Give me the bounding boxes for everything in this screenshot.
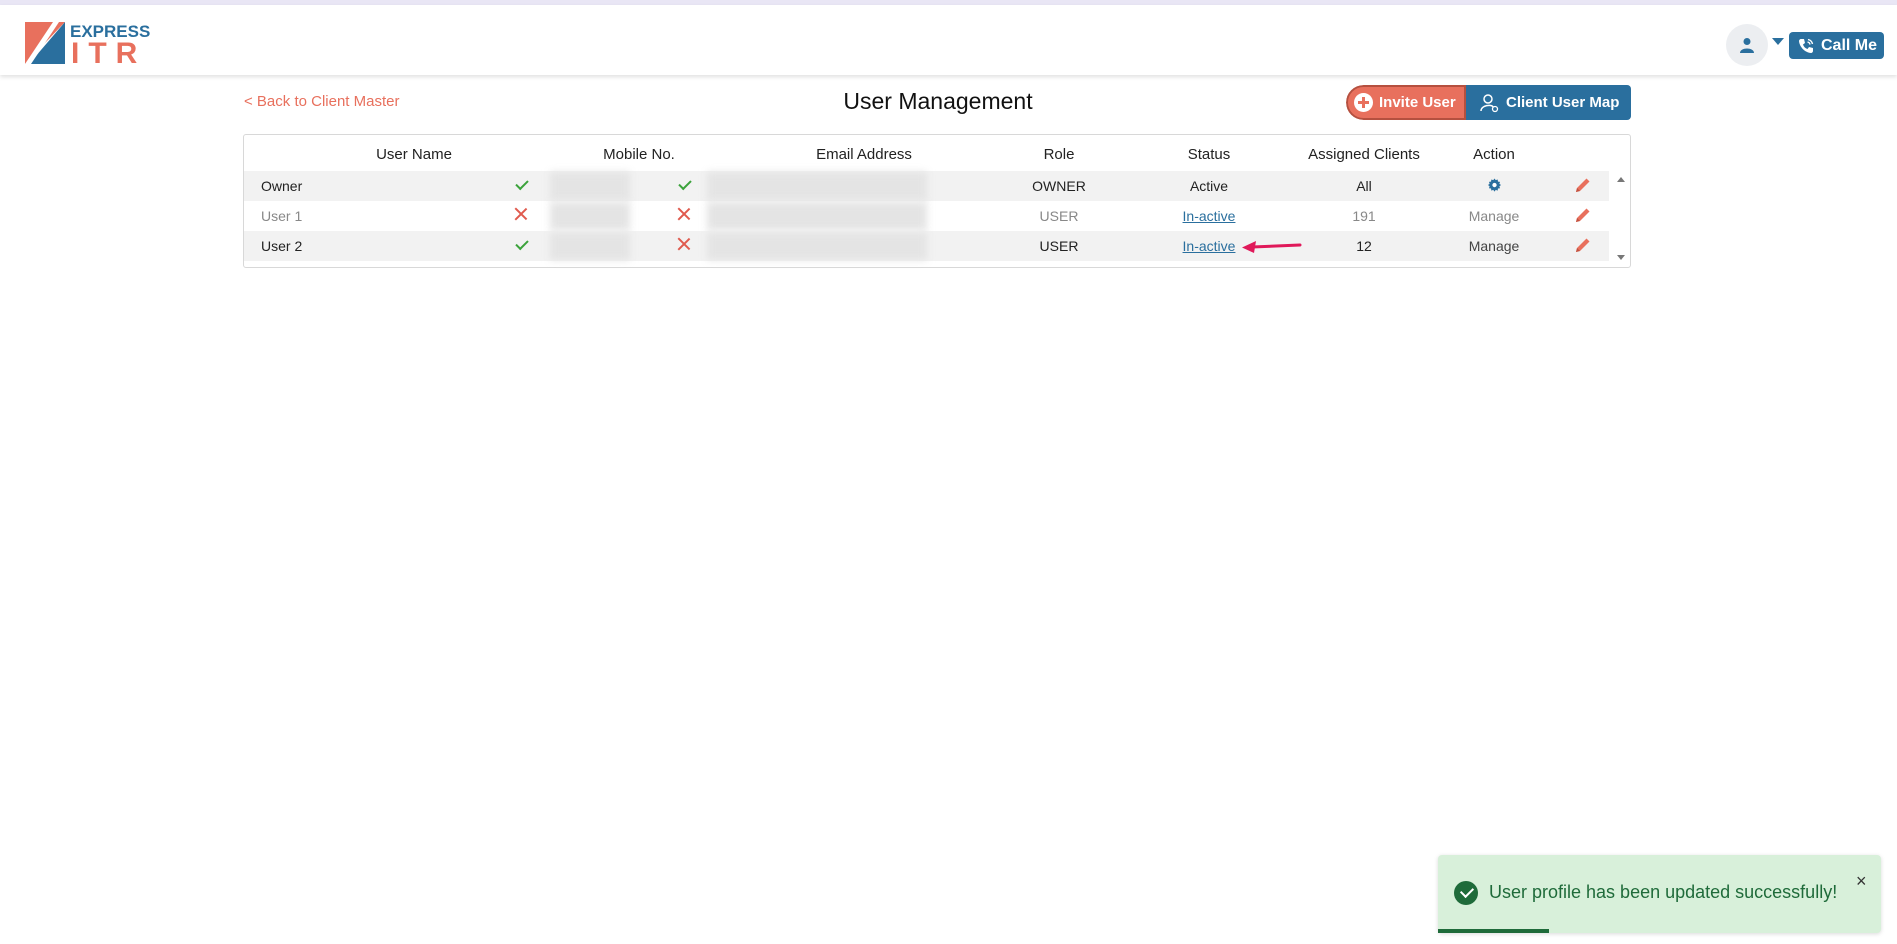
- call-me-button[interactable]: Call Me: [1789, 32, 1884, 59]
- mobile-number-redacted: [550, 202, 630, 230]
- table-scrollbar[interactable]: [1613, 171, 1629, 265]
- user-status: Active: [1189, 178, 1229, 194]
- user-avatar-button[interactable]: [1726, 24, 1768, 66]
- column-header-user-name: User Name: [376, 146, 452, 163]
- mobile-verified-check-icon: [515, 176, 529, 191]
- status-inactive-link[interactable]: In-active: [1183, 238, 1236, 254]
- table-header: User Name Mobile No. Email Address Role …: [244, 135, 1630, 171]
- logo-mark-icon: [25, 22, 65, 64]
- mobile-verified-check-icon: [515, 236, 529, 251]
- gear-icon[interactable]: [1487, 178, 1502, 193]
- scroll-down-arrow-icon[interactable]: [1617, 255, 1625, 260]
- user-table: User Name Mobile No. Email Address Role …: [243, 134, 1631, 268]
- user-name: Owner: [261, 178, 303, 194]
- table-row: Owner OWNER Active All: [244, 171, 1609, 201]
- scroll-up-arrow-icon[interactable]: [1617, 177, 1625, 182]
- user-status: In-active: [1144, 208, 1274, 224]
- success-check-icon: [1454, 881, 1478, 905]
- email-unverified-cross-icon: [677, 236, 691, 250]
- invite-user-label: Invite User: [1379, 94, 1456, 111]
- client-user-map-button[interactable]: Client User Map: [1466, 85, 1631, 120]
- user-avatar-icon: [1740, 38, 1754, 53]
- email-address-redacted: [707, 172, 927, 200]
- table-row: User 2 USER In-active 12 Manage: [244, 231, 1609, 261]
- plus-circle-icon: [1354, 93, 1373, 112]
- toast-progress-bar: [1438, 929, 1549, 933]
- mobile-number-redacted: [550, 232, 630, 260]
- column-header-status: Status: [1187, 146, 1231, 163]
- express-itr-logo[interactable]: EXPRESS ITR: [25, 20, 150, 70]
- call-me-label: Call Me: [1821, 36, 1878, 54]
- success-toast: User profile has been updated successful…: [1438, 855, 1881, 933]
- annotation-arrow-icon: [1242, 241, 1302, 253]
- invite-user-button[interactable]: Invite User: [1346, 85, 1466, 120]
- header-action-buttons: Invite User Client User Map: [1346, 85, 1631, 120]
- user-name: User 2: [261, 238, 303, 254]
- assigned-clients-count: 191: [1352, 208, 1376, 224]
- toast-message: User profile has been updated successful…: [1489, 882, 1838, 902]
- user-role: USER: [1039, 238, 1079, 254]
- column-header-role: Role: [1043, 146, 1075, 163]
- phone-icon: [1799, 38, 1814, 53]
- client-user-map-label: Client User Map: [1506, 94, 1620, 111]
- user-role: OWNER: [1032, 178, 1086, 194]
- app-header: EXPRESS ITR Call Me: [0, 5, 1897, 75]
- assigned-clients-count: All: [1356, 178, 1372, 194]
- table-row: User 1 USER In-active 191 Manage: [244, 201, 1609, 231]
- user-settings-icon: [1480, 93, 1499, 112]
- column-header-assigned-clients: Assigned Clients: [1308, 146, 1420, 163]
- logo-itr-text: ITR: [71, 37, 147, 70]
- manage-link[interactable]: Manage: [1454, 238, 1534, 254]
- dropdown-caret-icon[interactable]: [1772, 38, 1784, 45]
- column-header-action: Action: [1473, 146, 1515, 163]
- mobile-number-redacted: [550, 172, 630, 200]
- email-address-redacted: [707, 202, 927, 230]
- edit-pencil-icon[interactable]: [1574, 206, 1592, 224]
- assigned-clients-count: 12: [1356, 238, 1372, 254]
- close-icon[interactable]: ×: [1856, 871, 1867, 892]
- column-header-email: Email Address: [816, 146, 912, 163]
- email-address-redacted: [707, 232, 927, 260]
- status-inactive-link[interactable]: In-active: [1183, 208, 1236, 224]
- email-unverified-cross-icon: [677, 206, 691, 220]
- email-verified-check-icon: [678, 176, 692, 191]
- manage-link[interactable]: Manage: [1454, 208, 1534, 224]
- user-name: User 1: [261, 208, 303, 224]
- edit-pencil-icon[interactable]: [1574, 236, 1592, 254]
- edit-pencil-icon[interactable]: [1574, 176, 1592, 194]
- mobile-unverified-cross-icon: [514, 206, 528, 220]
- user-role: USER: [1039, 208, 1079, 224]
- column-header-mobile: Mobile No.: [603, 146, 675, 163]
